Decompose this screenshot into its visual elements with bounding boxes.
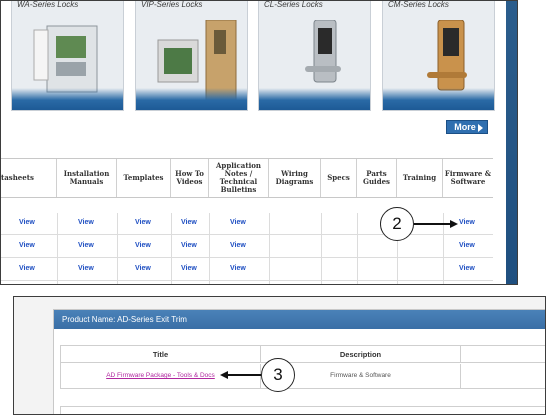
view-link-installation-manuals[interactable]: View xyxy=(78,219,94,226)
col-header-description: Description xyxy=(261,346,461,363)
view-link-firmware-software[interactable]: View xyxy=(459,219,475,226)
product-name: VIP-Series Locks xyxy=(141,0,203,9)
doc-table-header: tasheets Installation Manuals Templates … xyxy=(1,158,493,198)
more-label: More xyxy=(454,122,476,132)
col-header-application-notes: Application Notes / Technical Bulletins xyxy=(209,159,269,197)
product-name: CL-Series Locks xyxy=(264,0,323,9)
arrow-right-icon xyxy=(477,123,483,132)
col-header-parts-guides: Parts Guides xyxy=(357,159,397,197)
view-link-application-notes[interactable]: View xyxy=(230,219,246,226)
product-name: CM-Series Locks xyxy=(388,0,449,9)
product-panel: Product Name: AD-Series Exit Trim Title … xyxy=(53,309,545,414)
right-edge-bar xyxy=(506,1,517,284)
table-row: View View View View View View xyxy=(1,236,493,258)
col-header-datasheets: tasheets xyxy=(1,159,57,197)
wave-decoration xyxy=(259,88,370,110)
product-name: WA-Series Locks xyxy=(17,0,79,9)
col-header-how-to-videos: How To Videos xyxy=(171,159,209,197)
product-card-cm-series[interactable]: CM-Series Locks xyxy=(382,0,495,111)
col-header-title: Title xyxy=(61,346,261,363)
callout-arrow-line xyxy=(227,374,261,376)
col-header-specs: Specs xyxy=(321,159,357,197)
col-header-firmware-software: Firmware & Software xyxy=(444,169,492,186)
wave-decoration xyxy=(12,88,123,110)
view-link-datasheets[interactable]: View xyxy=(19,242,35,249)
view-link-templates[interactable]: View xyxy=(135,265,151,272)
product-card-wa-series[interactable]: WA-Series Locks xyxy=(11,0,124,111)
view-link-installation-manuals[interactable]: View xyxy=(78,265,94,272)
view-link-datasheets[interactable]: View xyxy=(19,219,35,226)
table-row: View View View View View View xyxy=(1,259,493,281)
firmware-package-link[interactable]: AD Firmware Package - Tools & Docs xyxy=(106,372,215,379)
callout-3: 3 xyxy=(261,358,295,392)
product-name-bar: Product Name: AD-Series Exit Trim xyxy=(54,310,545,329)
package-title-cell: AD Firmware Package - Tools & Docs xyxy=(61,364,261,388)
view-link-templates[interactable]: View xyxy=(135,219,151,226)
wave-decoration xyxy=(383,88,494,110)
product-card-vip-series[interactable]: VIP-Series Locks xyxy=(135,0,248,111)
col-header-training: Training xyxy=(397,159,443,197)
view-link-installation-manuals[interactable]: View xyxy=(78,242,94,249)
product-card-cl-series[interactable]: CL-Series Locks xyxy=(258,0,371,111)
col-header-installation-manuals: Installation Manuals xyxy=(57,159,117,197)
view-link-how-to-videos[interactable]: View xyxy=(181,219,197,226)
callout-arrow-line xyxy=(414,223,450,225)
view-link-firmware-software[interactable]: View xyxy=(459,265,475,272)
view-link-firmware-software[interactable]: View xyxy=(459,242,475,249)
product-detail-screen: Product Name: AD-Series Exit Trim Title … xyxy=(13,296,546,415)
view-link-how-to-videos[interactable]: View xyxy=(181,265,197,272)
view-link-templates[interactable]: View xyxy=(135,242,151,249)
wave-decoration xyxy=(136,88,247,110)
arrow-right-icon xyxy=(450,220,458,228)
col-header-wiring-diagrams: Wiring Diagrams xyxy=(269,159,321,197)
lower-table xyxy=(60,406,545,414)
view-link-how-to-videos[interactable]: View xyxy=(181,242,197,249)
package-table: Title Description AD Firmware Package - … xyxy=(60,345,545,389)
col-header-templates: Templates xyxy=(117,159,171,197)
documentation-screen: WA-Series Locks VIP-Series Locks CL-Seri… xyxy=(0,0,518,285)
view-link-application-notes[interactable]: View xyxy=(230,265,246,272)
view-link-application-notes[interactable]: View xyxy=(230,242,246,249)
col-header-empty xyxy=(461,346,545,363)
more-button[interactable]: More xyxy=(446,120,488,134)
callout-2: 2 xyxy=(380,207,414,241)
view-link-datasheets[interactable]: View xyxy=(19,265,35,272)
